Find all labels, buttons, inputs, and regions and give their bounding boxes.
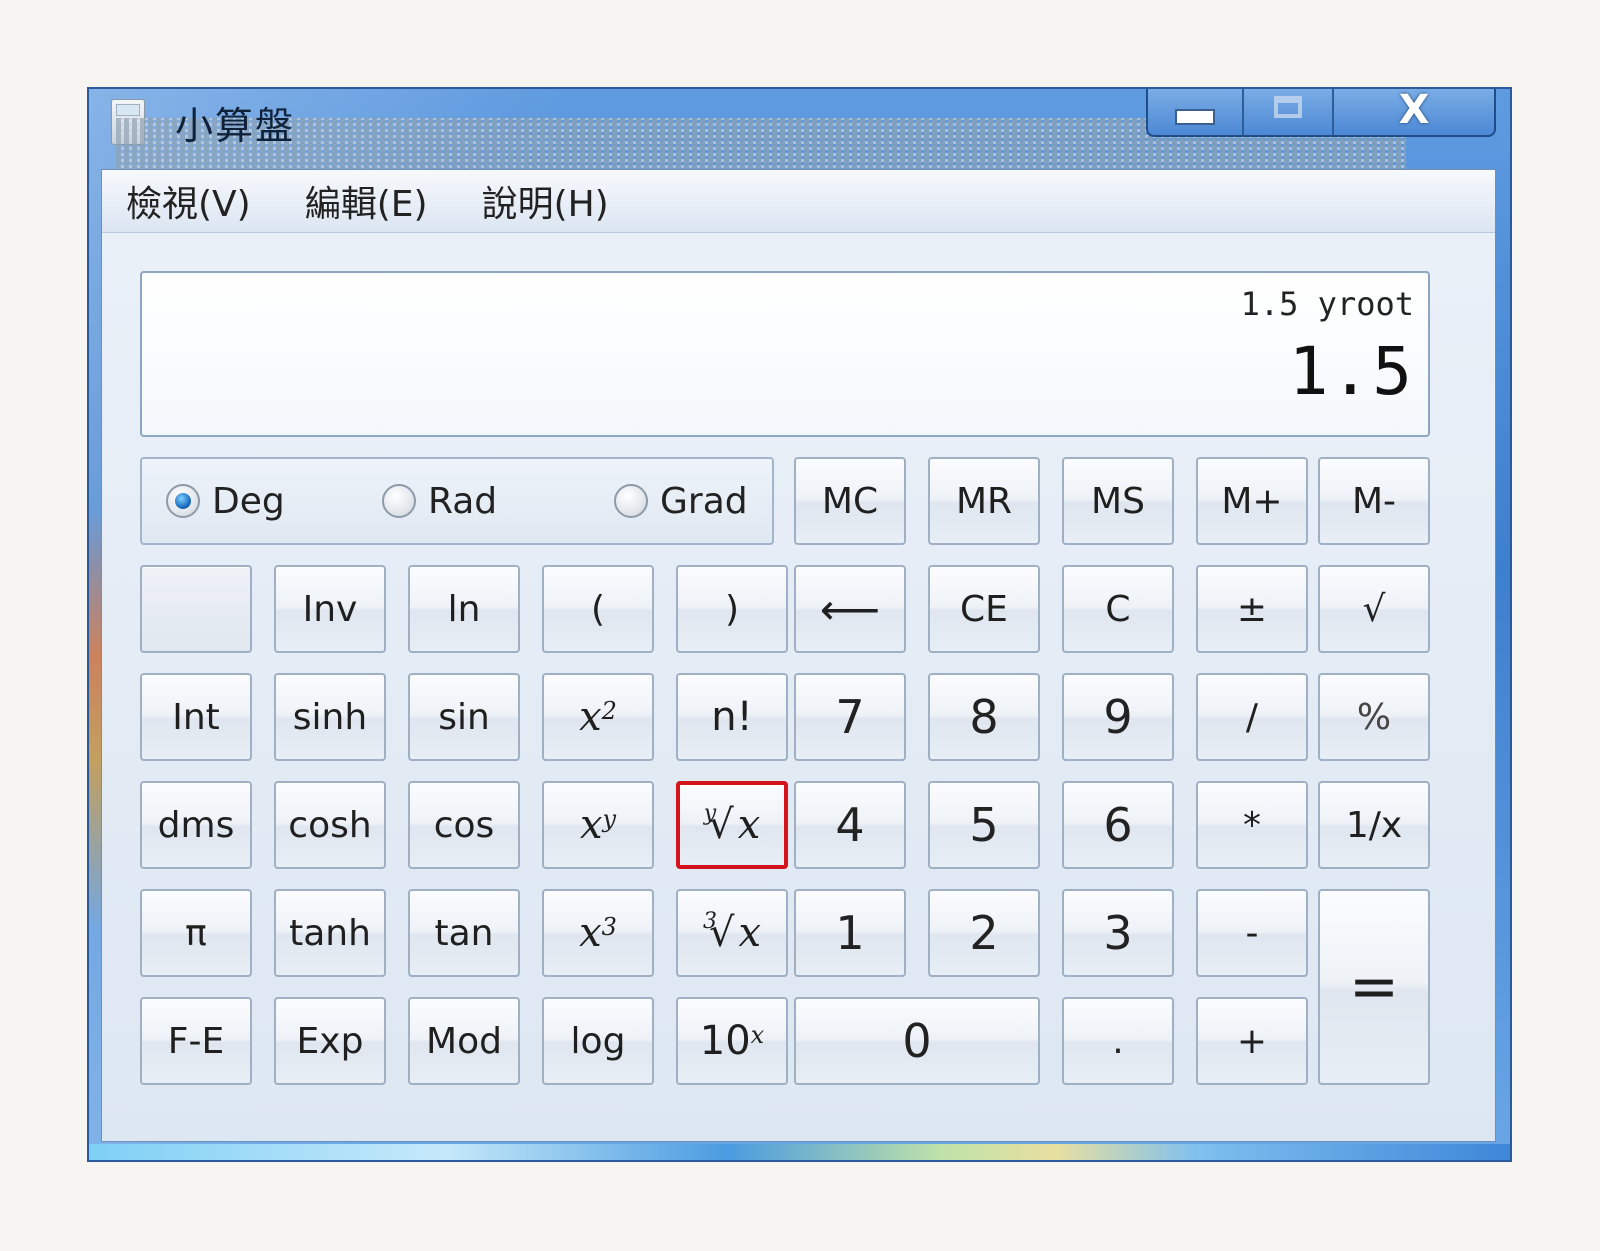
digit-9-button[interactable]: 9 (1062, 673, 1174, 761)
dms-button[interactable]: dms (140, 781, 252, 869)
expression-text: 1.5 yroot (1240, 285, 1414, 323)
radio-rad-label: Rad (428, 480, 498, 522)
calculator-window: 小算盤 X 檢視(V) 編輯(E) 說明(H) 1.5 yroot 1.5 De… (87, 87, 1512, 1162)
radio-grad-label: Grad (660, 480, 748, 522)
x-cubed-exponent: 3 (601, 913, 617, 941)
c-button[interactable]: C (1062, 565, 1174, 653)
radio-checked-icon (166, 484, 200, 518)
x-power-y-button[interactable]: xy (542, 781, 654, 869)
open-paren-button[interactable]: ( (542, 565, 654, 653)
menu-view[interactable]: 檢視(V) (126, 175, 251, 227)
radio-deg-label: Deg (212, 480, 285, 522)
ln-button[interactable]: ln (408, 565, 520, 653)
close-icon: X (1398, 87, 1430, 133)
ten-power-x-button[interactable]: 10 x (676, 997, 788, 1085)
reciprocal-button[interactable]: 1/x (1318, 781, 1430, 869)
calculator-app-icon[interactable] (111, 99, 1406, 744)
digit-8-button[interactable]: 8 (928, 673, 1040, 761)
x-squared-base: x (579, 694, 602, 740)
maximize-button[interactable] (1244, 89, 1334, 135)
radio-deg[interactable]: Deg (166, 459, 285, 543)
x-cubed-button[interactable]: x3 (542, 889, 654, 977)
blank-key (140, 565, 252, 653)
int-button[interactable]: Int (140, 673, 252, 761)
backspace-arrow-icon: ⟵ (819, 584, 881, 634)
radio-grad[interactable]: Grad (614, 459, 748, 543)
ce-button[interactable]: CE (928, 565, 1040, 653)
angle-mode-group: Deg Rad Grad (140, 457, 774, 545)
cube-root-base: x (738, 910, 762, 956)
mod-button[interactable]: Mod (408, 997, 520, 1085)
ms-button[interactable]: MS (1062, 457, 1174, 545)
menu-help[interactable]: 說明(H) (482, 175, 609, 227)
maximize-icon (1274, 96, 1302, 118)
cosh-button[interactable]: cosh (274, 781, 386, 869)
digit-1-button[interactable]: 1 (794, 889, 906, 977)
menu-bar: 檢視(V) 編輯(E) 說明(H) (102, 170, 1495, 233)
m-plus-button[interactable]: M+ (1196, 457, 1308, 545)
digit-6-button[interactable]: 6 (1062, 781, 1174, 869)
negate-button[interactable]: ± (1196, 565, 1308, 653)
y-root-base: x (737, 802, 761, 848)
digit-0-button[interactable]: 0 (794, 997, 1040, 1085)
ten-power-base: 10 (699, 1018, 751, 1064)
digit-5-button[interactable]: 5 (928, 781, 1040, 869)
menu-edit[interactable]: 編輯(E) (305, 175, 428, 227)
radio-unchecked-icon (614, 484, 648, 518)
sinh-button[interactable]: sinh (274, 673, 386, 761)
digit-7-button[interactable]: 7 (794, 673, 906, 761)
fe-button[interactable]: F-E (140, 997, 252, 1085)
mr-button[interactable]: MR (928, 457, 1040, 545)
sin-button[interactable]: sin (408, 673, 520, 761)
cube-root-index: 3 (702, 908, 717, 934)
equals-button[interactable]: = (1318, 889, 1430, 1085)
sqrt-button[interactable]: √ (1318, 565, 1430, 653)
pi-button[interactable]: π (140, 889, 252, 977)
x-cubed-base: x (579, 910, 602, 956)
add-button[interactable]: + (1196, 997, 1308, 1085)
multiply-button[interactable]: * (1196, 781, 1308, 869)
log-button[interactable]: log (542, 997, 654, 1085)
close-paren-button[interactable]: ) (676, 565, 788, 653)
y-root-x-button[interactable]: y √ x (676, 781, 788, 869)
x-squared-button[interactable]: x2 (542, 673, 654, 761)
percent-button[interactable]: % (1318, 673, 1430, 761)
m-minus-button[interactable]: M- (1318, 457, 1430, 545)
inv-button[interactable]: Inv (274, 565, 386, 653)
keypad: Deg Rad Grad MC MR MS M+ M- Inv ln () ⟵… (140, 457, 1430, 1085)
digit-3-button[interactable]: 3 (1062, 889, 1174, 977)
digit-4-button[interactable]: 4 (794, 781, 906, 869)
cube-root-button[interactable]: 3 √ x (676, 889, 788, 977)
close-button[interactable]: X (1334, 87, 1494, 135)
title-bar[interactable]: 小算盤 X (89, 87, 1510, 744)
ten-power-exponent: x (750, 1021, 765, 1049)
factorial-button[interactable]: n! (676, 673, 788, 761)
divide-button[interactable]: / (1196, 673, 1308, 761)
client-area: 檢視(V) 編輯(E) 說明(H) 1.5 yroot 1.5 Deg Rad … (101, 169, 1496, 1142)
x-power-y-base: x (579, 802, 603, 848)
mc-button[interactable]: MC (794, 457, 906, 545)
calculator-body: 1.5 yroot 1.5 Deg Rad Grad MC MR MS M+ M… (102, 233, 1495, 1141)
window-title: 小算盤 (175, 104, 296, 148)
x-power-y-exponent: y (602, 805, 617, 833)
minimize-icon (1175, 109, 1215, 125)
caption-buttons: X (1146, 87, 1496, 137)
digit-2-button[interactable]: 2 (928, 889, 1040, 977)
minimize-button[interactable] (1148, 89, 1244, 135)
radio-rad[interactable]: Rad (382, 459, 497, 543)
subtract-button[interactable]: - (1196, 889, 1308, 977)
x-squared-exponent: 2 (601, 697, 617, 725)
backspace-button[interactable]: ⟵ (794, 565, 906, 653)
tanh-button[interactable]: tanh (274, 889, 386, 977)
decimal-button[interactable]: . (1062, 997, 1174, 1085)
tan-button[interactable]: tan (408, 889, 520, 977)
result-display: 1.5 yroot 1.5 (140, 271, 1430, 437)
cos-button[interactable]: cos (408, 781, 520, 869)
exp-button[interactable]: Exp (274, 997, 386, 1085)
display-value: 1.5 (1288, 333, 1414, 410)
radio-unchecked-icon (382, 484, 416, 518)
y-root-index: y (703, 800, 717, 826)
